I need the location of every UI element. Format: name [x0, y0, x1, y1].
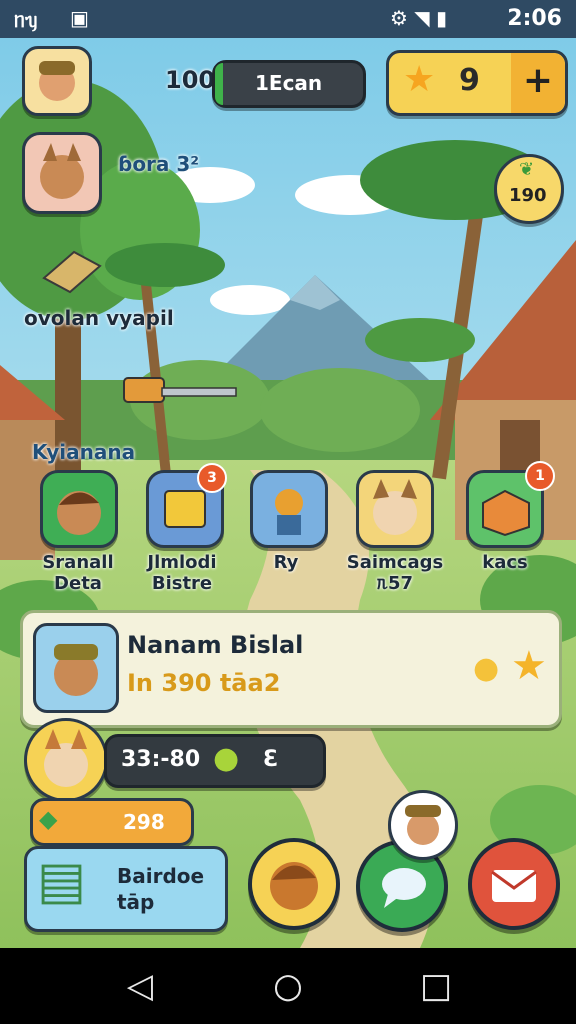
map-icon: ◆: [39, 805, 58, 833]
back-icon[interactable]: ◁: [100, 948, 180, 1024]
home-icon[interactable]: ○: [248, 948, 328, 1024]
player-avatar[interactable]: [22, 46, 92, 116]
add-stars-button[interactable]: +: [511, 53, 565, 113]
character-3-name: Ry: [273, 552, 299, 573]
envelope-icon: [491, 870, 537, 902]
timer-value: 33:-80: [121, 747, 201, 772]
coin-count: 298: [123, 810, 165, 834]
character-menu-button[interactable]: [248, 838, 340, 930]
character-slot-2[interactable]: 3: [146, 463, 227, 548]
pet-avatar[interactable]: [24, 718, 108, 802]
star-icon: ★: [403, 59, 436, 100]
ball-icon: ●: [213, 741, 240, 776]
status-left-text: ᥒᥡ: [14, 8, 38, 32]
timer-bar: 33:-80 ● Ɛ: [104, 734, 326, 788]
android-nav-bar: ◁ ○ □: [0, 948, 576, 1024]
signal-icons: ⚙ ◥ ▮: [390, 6, 448, 30]
character-slot-3[interactable]: [250, 470, 328, 548]
progress-label: 1Ecan: [255, 71, 323, 95]
quest-subtitle: In 390 tāa2: [127, 669, 281, 697]
dog-face-icon: [373, 479, 417, 535]
character-5-name: kacs: [482, 552, 528, 573]
character-4-name: Saimcags ᥰ57: [346, 552, 444, 594]
coin-icon: ●: [473, 651, 500, 686]
status-time: 2:06: [507, 6, 562, 31]
character-2-name: Jlmlodi Bistre: [147, 552, 217, 594]
friend-avatar[interactable]: [388, 790, 458, 860]
friend-face-icon: [405, 805, 441, 845]
quest-star-icon: ★: [511, 643, 547, 689]
character-slot-5[interactable]: 1: [466, 461, 555, 548]
character-slot-1[interactable]: [40, 470, 118, 548]
cat-face-icon: [40, 143, 84, 199]
recents-icon[interactable]: □: [396, 948, 476, 1024]
mail-button[interactable]: [468, 838, 560, 930]
quest-card[interactable]: Nanam Bislal In 390 tāa2 ● ★: [20, 610, 562, 728]
star-count: 9: [459, 63, 480, 98]
progress-bar: 1Ecan: [212, 60, 366, 108]
book-panel[interactable]: ▤ Bairdoe tāp: [24, 846, 228, 932]
character-slot-4[interactable]: [356, 470, 434, 548]
robot-icon: [275, 489, 303, 535]
hero-head-icon: [270, 862, 318, 910]
status-bar: ᥒᥡ ▣ ⚙ ◥ ▮ 2:06: [0, 0, 576, 38]
character-5-badge: 1: [525, 461, 555, 491]
character-2-badge: 3: [197, 463, 227, 493]
gallery-icon: ▣: [70, 6, 89, 30]
character-1-name: Sranall Deta: [42, 552, 114, 594]
coin-counter[interactable]: ◆ 298: [30, 798, 194, 846]
fox-face-icon: [44, 729, 88, 787]
npc-face-icon: [54, 644, 98, 696]
timer-right-value: Ɛ: [263, 747, 279, 772]
star-counter[interactable]: ★ 9 +: [386, 50, 568, 116]
lost-ora-label: ɓora 3²: [118, 152, 200, 176]
quest-title: Nanam Bislal: [127, 631, 304, 659]
character-portrait-button[interactable]: [22, 132, 102, 214]
village-note-label: ovolan vyapil: [24, 306, 174, 330]
player-face-icon: [39, 61, 75, 101]
progress-fill: [215, 63, 223, 105]
quest-npc-portrait: [33, 623, 119, 713]
section-label: Kyianana: [32, 440, 136, 464]
boy-face-icon: [57, 491, 101, 535]
guide-book-icon: ▤: [37, 851, 87, 911]
side-reward-value: 190: [509, 185, 547, 206]
level-value: 100: [165, 66, 216, 94]
kite-icon[interactable]: [40, 248, 104, 296]
leaf-icon: ❦: [519, 159, 535, 180]
side-reward-button[interactable]: ❦ 190: [494, 154, 564, 224]
book-label: Bairdoe tāp: [117, 864, 205, 914]
key-item-icon[interactable]: [122, 376, 238, 406]
